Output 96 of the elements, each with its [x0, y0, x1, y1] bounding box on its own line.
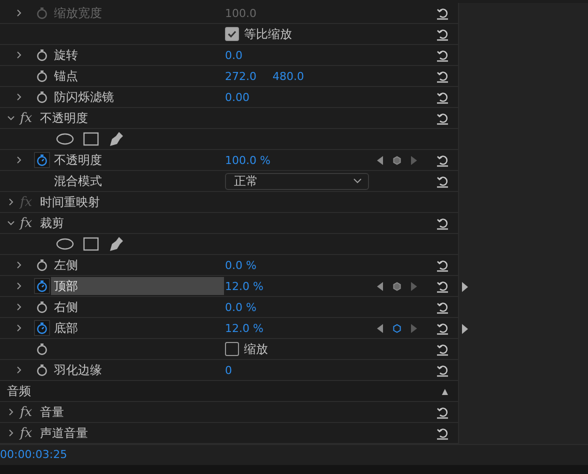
reset-icon[interactable] — [436, 322, 448, 334]
value-field[interactable]: 0.0 — [225, 48, 242, 62]
reset-icon[interactable] — [436, 174, 448, 188]
stopwatch-icon[interactable] — [35, 153, 49, 167]
stopwatch-icon[interactable] — [35, 258, 49, 272]
effect-name[interactable]: 不透明度 — [40, 110, 88, 126]
stopwatch-icon[interactable] — [35, 363, 49, 377]
expand-chevron-icon[interactable] — [7, 198, 15, 206]
effect-name[interactable]: 声道音量 — [40, 424, 88, 442]
property-label[interactable]: 底部 — [51, 319, 224, 337]
stopwatch-icon[interactable] — [35, 342, 49, 356]
stopwatch-icon[interactable] — [35, 300, 49, 314]
reset-icon[interactable] — [436, 112, 448, 124]
checkbox[interactable] — [225, 342, 239, 356]
keyframe-icon[interactable] — [393, 324, 401, 332]
value-field[interactable]: 272.0 — [225, 70, 256, 82]
property-label[interactable]: 防闪烁滤镜 — [51, 88, 224, 106]
keyframe-icon[interactable] — [393, 156, 401, 164]
reset-icon[interactable] — [436, 258, 448, 272]
property-label[interactable]: 顶部 — [51, 277, 224, 295]
expand-chevron-icon[interactable] — [15, 303, 23, 311]
value-field[interactable]: 100.0 % — [225, 154, 270, 166]
next-keyframe-icon[interactable] — [411, 156, 417, 164]
reset-icon[interactable] — [436, 406, 448, 418]
checkbox-label[interactable]: 缩放 — [244, 340, 268, 358]
reset-icon[interactable] — [436, 280, 448, 292]
effect-toggle[interactable]: fx — [20, 110, 40, 126]
reset-icon[interactable] — [436, 342, 448, 356]
reset-icon[interactable] — [436, 216, 448, 230]
value-field[interactable]: 480.0 — [272, 70, 304, 82]
checkbox-label[interactable]: 等比缩放 — [244, 26, 292, 42]
blend-mode-dropdown[interactable]: 正常 — [225, 172, 369, 190]
previous-keyframe-icon[interactable] — [377, 324, 383, 332]
effect-name[interactable]: 音量 — [40, 404, 64, 420]
value-field: 100.0 — [225, 6, 256, 20]
dropdown-chevron-icon — [353, 178, 362, 184]
reset-icon[interactable] — [436, 426, 448, 440]
value-field[interactable]: 12.0 % — [225, 322, 264, 334]
expand-chevron-icon[interactable] — [7, 408, 15, 416]
reset-icon[interactable] — [436, 364, 448, 376]
value-field[interactable]: 0.00 — [225, 90, 250, 104]
collapse-toggle[interactable]: ▲ — [442, 386, 448, 396]
value-field[interactable]: 0.0 % — [225, 258, 256, 272]
property-label[interactable]: 羽化边缘 — [51, 361, 224, 379]
property-label[interactable]: 旋转 — [51, 46, 224, 64]
stopwatch-icon[interactable] — [35, 69, 49, 83]
expand-chevron-icon[interactable] — [15, 282, 23, 290]
next-keyframe-icon[interactable] — [411, 324, 417, 332]
rectangle-mask-icon[interactable] — [83, 132, 99, 146]
previous-keyframe-icon[interactable] — [377, 156, 383, 164]
reset-icon[interactable] — [436, 70, 448, 82]
reset-icon[interactable] — [436, 154, 448, 166]
value-field[interactable]: 0 — [225, 364, 232, 376]
stopwatch-icon[interactable] — [35, 48, 49, 62]
stopwatch-icon[interactable] — [35, 90, 49, 104]
property-label[interactable]: 不透明度 — [51, 151, 224, 169]
checkmark-icon — [227, 29, 237, 39]
expand-chevron-icon[interactable] — [15, 51, 23, 59]
keyframe-arrow-icon[interactable] — [462, 324, 468, 334]
stopwatch-icon[interactable] — [35, 321, 49, 335]
effect-toggle[interactable]: fx — [20, 216, 40, 230]
expand-chevron-icon[interactable] — [15, 261, 23, 269]
property-label: 混合模式 — [53, 173, 103, 190]
effect-name[interactable]: 裁剪 — [40, 214, 64, 232]
reset-icon[interactable] — [436, 48, 448, 62]
expand-chevron-icon[interactable] — [15, 93, 23, 101]
collapse-chevron-icon[interactable] — [7, 219, 15, 227]
property-label[interactable]: 左侧 — [51, 256, 224, 274]
ellipse-mask-icon[interactable] — [56, 238, 74, 250]
property-label[interactable]: 右侧 — [51, 298, 224, 316]
value-field[interactable]: 12.0 % — [225, 280, 264, 292]
timecode[interactable]: 00:00:03:25 — [0, 445, 458, 465]
expand-chevron-icon[interactable] — [7, 429, 15, 437]
ellipse-mask-icon[interactable] — [56, 133, 74, 145]
checkbox[interactable] — [225, 27, 239, 41]
property-label[interactable]: 锚点 — [51, 67, 224, 85]
next-keyframe-icon[interactable] — [411, 282, 417, 290]
expand-chevron-icon[interactable] — [15, 366, 23, 374]
expand-chevron-icon[interactable] — [15, 156, 23, 164]
rectangle-mask-icon[interactable] — [83, 237, 99, 251]
reset-icon[interactable] — [436, 300, 448, 314]
effect-toggle[interactable]: fx — [20, 404, 40, 420]
pen-mask-icon[interactable] — [108, 131, 124, 147]
section-title: 音频 — [7, 382, 31, 400]
effect-toggle[interactable]: fx — [20, 426, 40, 440]
reset-icon[interactable] — [436, 28, 448, 40]
stopwatch-icon[interactable] — [35, 279, 49, 293]
keyframe-icon[interactable] — [393, 282, 401, 290]
value-field[interactable]: 0.0 % — [225, 300, 256, 314]
expand-chevron-icon[interactable] — [15, 324, 23, 332]
previous-keyframe-icon[interactable] — [377, 282, 383, 290]
effect-name[interactable]: 时间重映射 — [40, 194, 100, 210]
keyframe-arrow-icon[interactable] — [462, 282, 468, 292]
pen-mask-icon[interactable] — [108, 236, 124, 252]
reset-icon[interactable] — [436, 90, 448, 104]
collapse-chevron-icon[interactable] — [7, 114, 15, 122]
